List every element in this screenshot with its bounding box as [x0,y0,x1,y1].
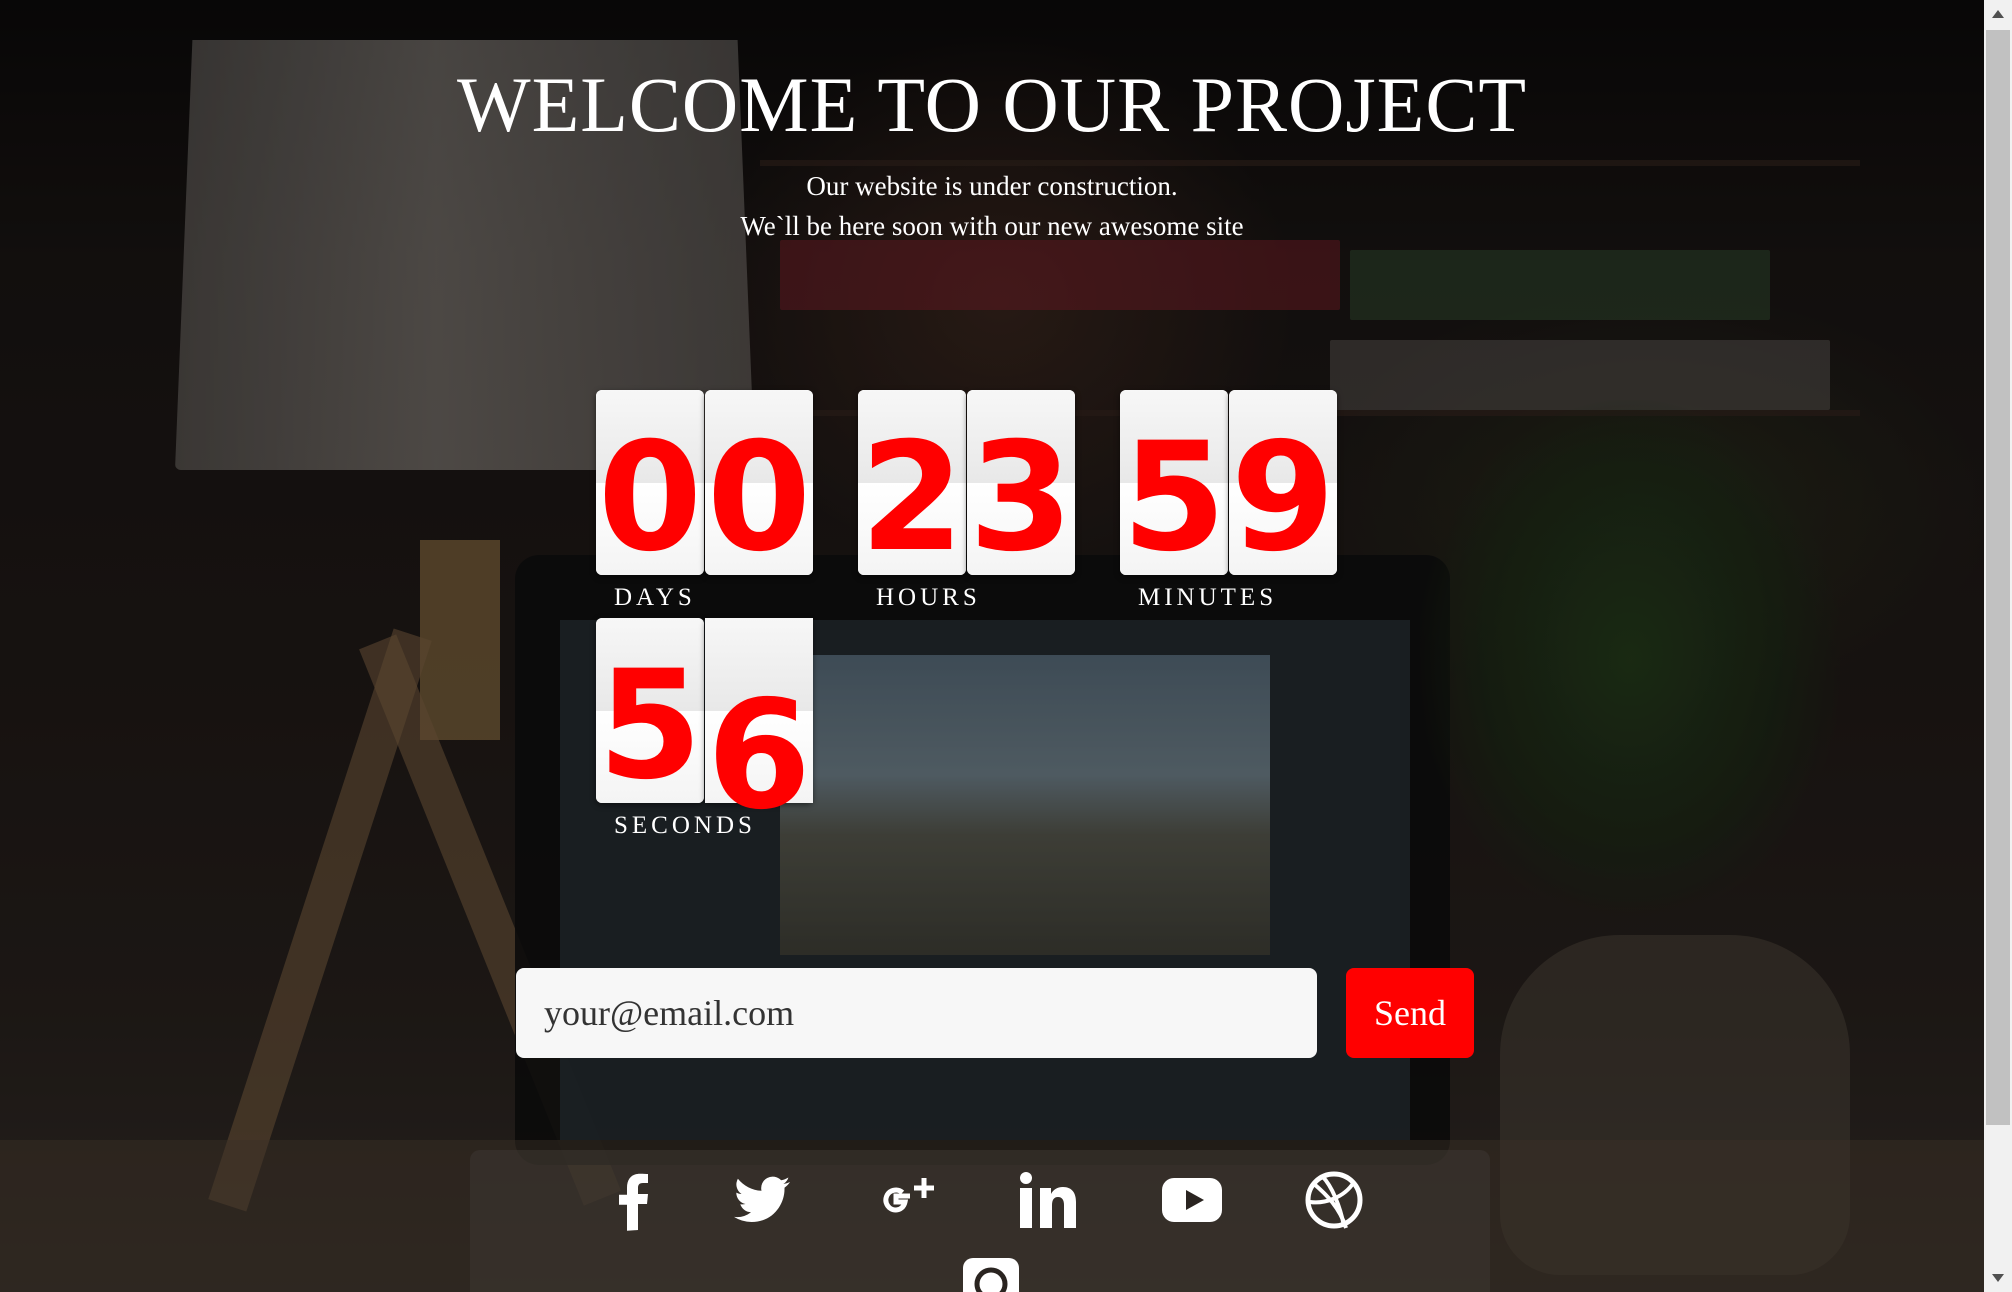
send-button[interactable]: Send [1346,968,1474,1058]
pinterest-icon[interactable] [955,1252,1027,1292]
digit: 9 [1230,410,1336,575]
hours-label: HOURS [876,584,981,611]
linkedin-icon[interactable] [1012,1164,1084,1236]
youtube-icon[interactable] [1156,1164,1228,1236]
days-counter: 0 0 [596,390,813,575]
flip-card: 0 [596,390,704,575]
digit: 6 [706,668,812,843]
subtitle-line-1: Our website is under construction. [806,171,1178,201]
flip-card: 3 [967,390,1075,575]
seconds-counter: 5 6 [596,618,813,831]
flip-card: 5 [1120,390,1228,575]
twitter-icon[interactable] [726,1164,798,1236]
page-title: WELCOME TO OUR PROJECT [456,61,1527,148]
flip-card: 0 [705,390,813,575]
subtitle-line-2: We`ll be here soon with our new awesome … [740,211,1244,241]
scrollbar[interactable] [1984,0,2012,1292]
email-input[interactable]: your@email.com [516,968,1317,1058]
minutes-label: MINUTES [1138,584,1278,611]
digit: 0 [706,410,812,575]
flip-card: 5 [596,618,704,803]
scroll-up-arrow-icon[interactable] [1984,0,2012,28]
facebook-icon[interactable] [598,1164,670,1236]
digit: 0 [597,410,703,575]
digit: 3 [968,410,1074,575]
flip-card: 6 [705,618,813,831]
digit: 5 [1121,410,1227,575]
hours-counter: 2 3 [858,390,1075,575]
flip-card: 2 [858,390,966,575]
scroll-down-arrow-icon[interactable] [1984,1264,2012,1292]
digit: 2 [859,410,965,575]
dribbble-icon[interactable] [1298,1164,1370,1236]
google-plus-icon[interactable] [870,1164,942,1236]
digit: 5 [597,638,703,803]
flip-card: 9 [1229,390,1337,575]
scrollbar-thumb[interactable] [1986,30,2010,1125]
minutes-counter: 5 9 [1120,390,1337,575]
days-label: DAYS [614,584,696,611]
